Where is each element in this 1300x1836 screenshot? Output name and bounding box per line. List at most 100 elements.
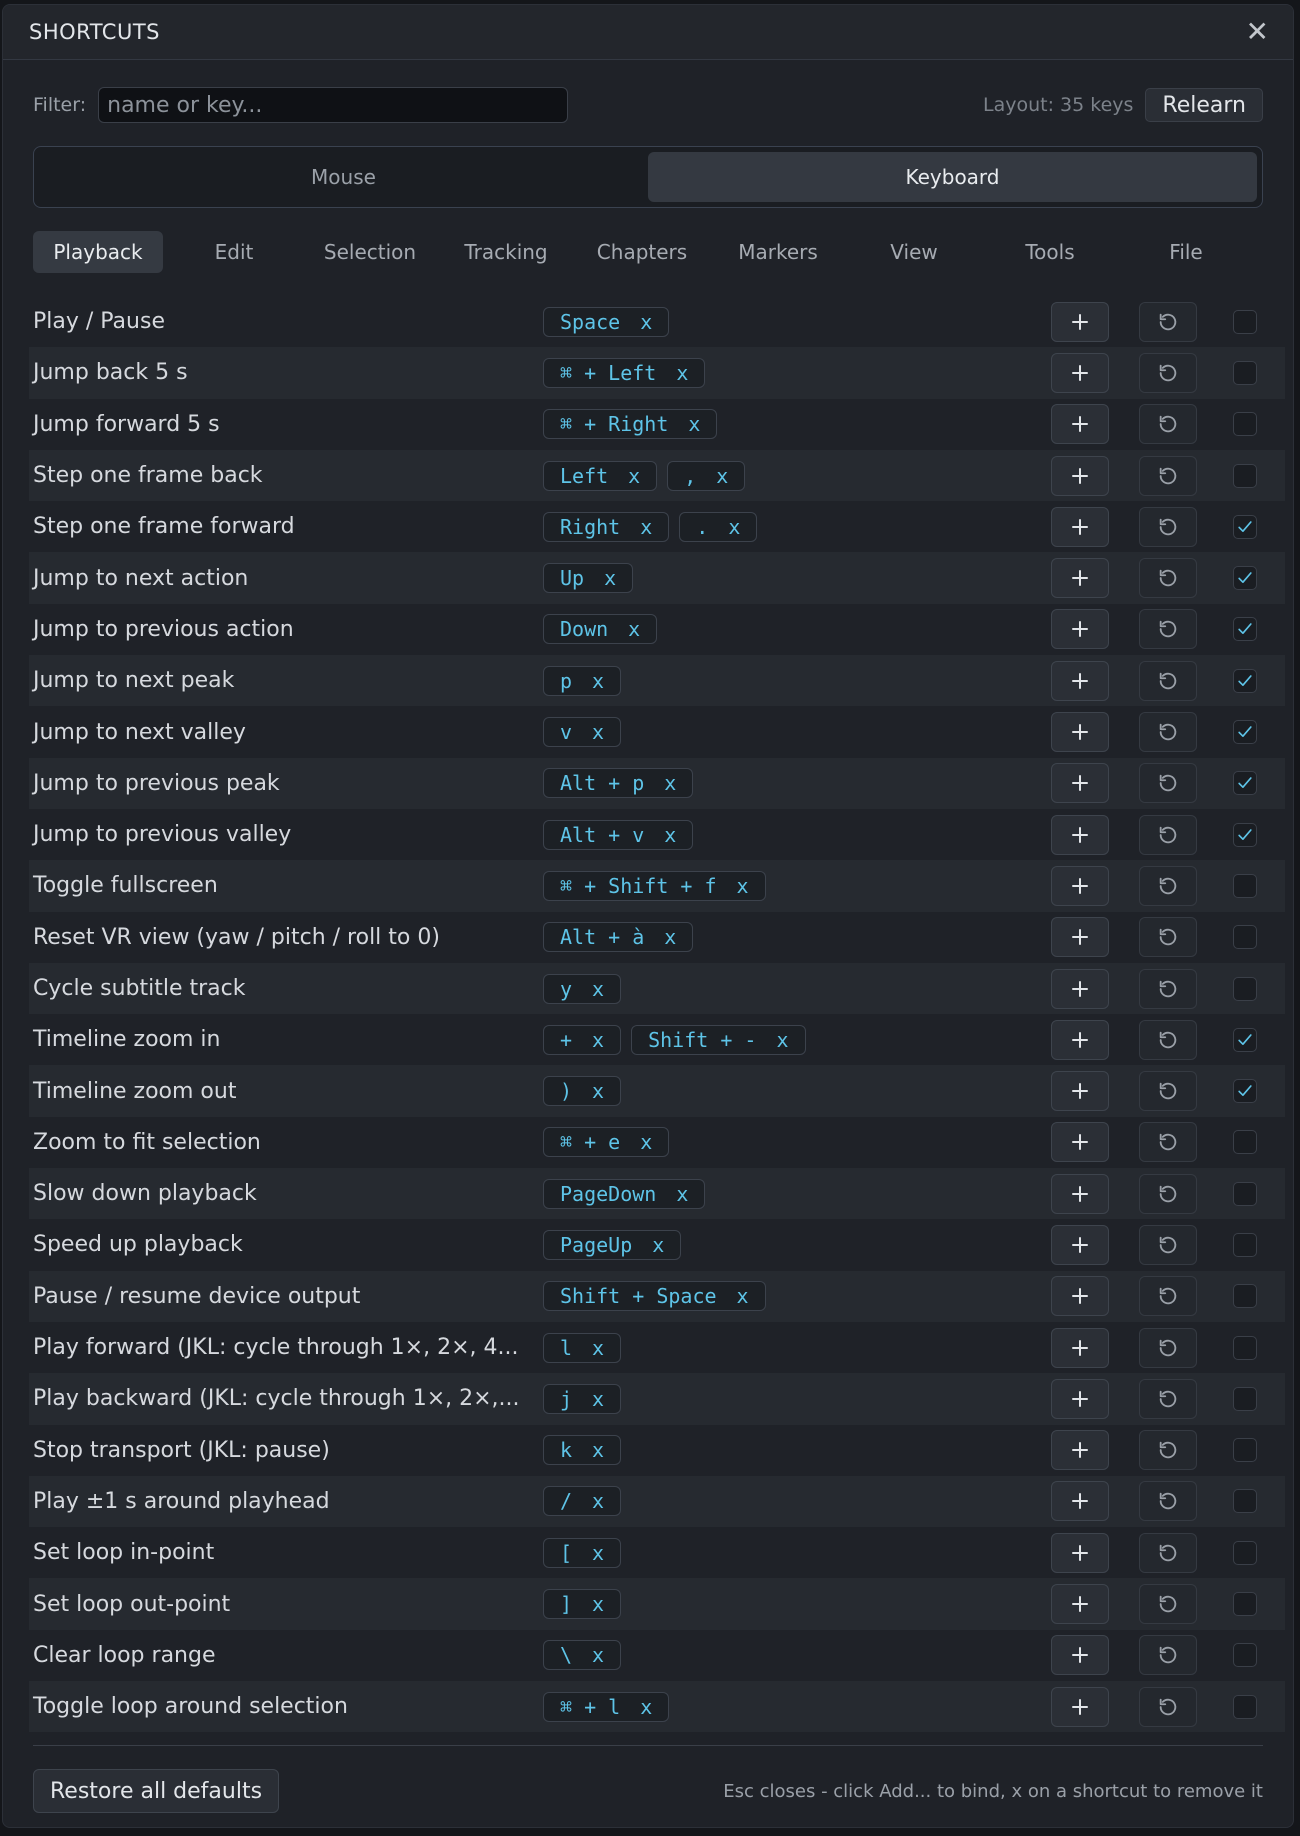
add-binding-button[interactable] [1051, 968, 1109, 1009]
add-binding-button[interactable] [1051, 917, 1109, 958]
remove-binding-button[interactable]: x [737, 1284, 749, 1308]
remove-binding-button[interactable]: x [676, 1182, 688, 1206]
remove-binding-button[interactable]: x [592, 977, 604, 1001]
remove-binding-button[interactable]: x [592, 1643, 604, 1667]
reset-binding-button[interactable] [1139, 1378, 1197, 1419]
reset-binding-button[interactable] [1139, 1430, 1197, 1471]
remove-binding-button[interactable]: x [592, 720, 604, 744]
shortcut-checkbox[interactable] [1233, 514, 1257, 539]
add-binding-button[interactable] [1051, 1276, 1109, 1317]
add-binding-button[interactable] [1051, 301, 1109, 342]
reset-binding-button[interactable] [1139, 968, 1197, 1009]
tab-playback[interactable]: Playback [33, 231, 163, 273]
shortcut-checkbox[interactable] [1233, 1694, 1257, 1719]
remove-binding-button[interactable]: x [592, 669, 604, 693]
remove-binding-button[interactable]: x [592, 1028, 604, 1052]
shortcut-checkbox[interactable] [1233, 1130, 1257, 1155]
shortcut-checkbox[interactable] [1233, 1643, 1257, 1668]
remove-binding-button[interactable]: x [640, 1130, 652, 1154]
remove-binding-button[interactable]: x [592, 1079, 604, 1103]
add-binding-button[interactable] [1051, 1430, 1109, 1471]
reset-binding-button[interactable] [1139, 865, 1197, 906]
shortcut-checkbox[interactable] [1233, 1386, 1257, 1411]
remove-binding-button[interactable]: x [640, 515, 652, 539]
add-binding-button[interactable] [1051, 763, 1109, 804]
reset-binding-button[interactable] [1139, 352, 1197, 393]
shortcut-checkbox[interactable] [1233, 976, 1257, 1001]
add-binding-button[interactable] [1051, 1019, 1109, 1060]
remove-binding-button[interactable]: x [664, 925, 676, 949]
reset-binding-button[interactable] [1139, 1173, 1197, 1214]
add-binding-button[interactable] [1051, 352, 1109, 393]
remove-binding-button[interactable]: x [728, 515, 740, 539]
remove-binding-button[interactable]: x [592, 1438, 604, 1462]
shortcut-checkbox[interactable] [1233, 1592, 1257, 1617]
remove-binding-button[interactable]: x [640, 310, 652, 334]
remove-binding-button[interactable]: x [592, 1541, 604, 1565]
add-binding-button[interactable] [1051, 814, 1109, 855]
add-binding-button[interactable] [1051, 1173, 1109, 1214]
remove-binding-button[interactable]: x [664, 771, 676, 795]
remove-binding-button[interactable]: x [592, 1592, 604, 1616]
remove-binding-button[interactable]: x [592, 1489, 604, 1513]
reset-binding-button[interactable] [1139, 301, 1197, 342]
shortcut-checkbox[interactable] [1233, 1079, 1257, 1104]
reset-binding-button[interactable] [1139, 1327, 1197, 1368]
remove-binding-button[interactable]: x [652, 1233, 664, 1257]
add-binding-button[interactable] [1051, 1071, 1109, 1112]
remove-binding-button[interactable]: x [628, 617, 640, 641]
filter-input[interactable] [98, 87, 569, 123]
reset-binding-button[interactable] [1139, 1276, 1197, 1317]
remove-binding-button[interactable]: x [664, 823, 676, 847]
add-binding-button[interactable] [1051, 558, 1109, 599]
reset-binding-button[interactable] [1139, 1071, 1197, 1112]
shortcut-checkbox[interactable] [1233, 668, 1257, 693]
add-binding-button[interactable] [1051, 404, 1109, 445]
reset-binding-button[interactable] [1139, 455, 1197, 496]
reset-binding-button[interactable] [1139, 1019, 1197, 1060]
reset-binding-button[interactable] [1139, 917, 1197, 958]
add-binding-button[interactable] [1051, 1122, 1109, 1163]
tab-markers[interactable]: Markers [713, 231, 843, 273]
shortcut-checkbox[interactable] [1233, 1489, 1257, 1514]
shortcut-checkbox[interactable] [1233, 1335, 1257, 1360]
shortcut-checkbox[interactable] [1233, 720, 1257, 745]
shortcut-checkbox[interactable] [1233, 822, 1257, 847]
reset-binding-button[interactable] [1139, 506, 1197, 547]
reset-binding-button[interactable] [1139, 558, 1197, 599]
tab-view[interactable]: View [849, 231, 979, 273]
add-binding-button[interactable] [1051, 1635, 1109, 1676]
add-binding-button[interactable] [1051, 1532, 1109, 1573]
remove-binding-button[interactable]: x [628, 464, 640, 488]
reset-binding-button[interactable] [1139, 1635, 1197, 1676]
reset-binding-button[interactable] [1139, 1224, 1197, 1265]
reset-binding-button[interactable] [1139, 763, 1197, 804]
shortcut-checkbox[interactable] [1233, 309, 1257, 334]
shortcut-checkbox[interactable] [1233, 1181, 1257, 1206]
shortcut-checkbox[interactable] [1233, 566, 1257, 591]
reset-binding-button[interactable] [1139, 1481, 1197, 1522]
add-binding-button[interactable] [1051, 1481, 1109, 1522]
shortcut-checkbox[interactable] [1233, 873, 1257, 898]
shortcut-checkbox[interactable] [1233, 1540, 1257, 1565]
shortcut-checkbox[interactable] [1233, 617, 1257, 642]
remove-binding-button[interactable]: x [716, 464, 728, 488]
tab-file[interactable]: File [1121, 231, 1251, 273]
remove-binding-button[interactable]: x [640, 1695, 652, 1719]
shortcut-checkbox[interactable] [1233, 925, 1257, 950]
reset-binding-button[interactable] [1139, 1584, 1197, 1625]
reset-binding-button[interactable] [1139, 660, 1197, 701]
restore-defaults-button[interactable]: Restore all defaults [33, 1769, 280, 1813]
tab-selection[interactable]: Selection [305, 231, 435, 273]
shortcut-checkbox[interactable] [1233, 360, 1257, 385]
remove-binding-button[interactable]: x [776, 1028, 788, 1052]
reset-binding-button[interactable] [1139, 712, 1197, 753]
tab-tracking[interactable]: Tracking [441, 231, 571, 273]
remove-binding-button[interactable]: x [604, 566, 616, 590]
add-binding-button[interactable] [1051, 1224, 1109, 1265]
reset-binding-button[interactable] [1139, 814, 1197, 855]
reset-binding-button[interactable] [1139, 404, 1197, 445]
reset-binding-button[interactable] [1139, 1686, 1197, 1727]
remove-binding-button[interactable]: x [676, 361, 688, 385]
add-binding-button[interactable] [1051, 1378, 1109, 1419]
